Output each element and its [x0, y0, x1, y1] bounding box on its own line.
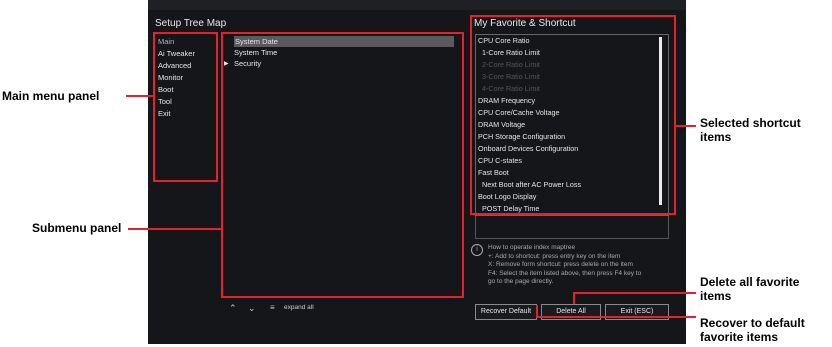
help-line: How to operate index maptree: [488, 244, 576, 251]
info-icon: i: [471, 244, 483, 256]
callout-line-main-menu: [126, 95, 154, 97]
callout-line-delete-all-vertical: [573, 292, 575, 304]
callout-submenu-panel: Submenu panel: [32, 221, 122, 235]
main-menu-highlight: [153, 32, 218, 182]
submenu-highlight: [221, 32, 464, 298]
callout-selected-shortcut: Selected shortcut items: [700, 116, 801, 144]
callout-line-submenu: [128, 228, 222, 230]
favorites-highlight: [470, 15, 676, 215]
callout-line-delete-all: [573, 292, 696, 294]
help-line: go to the page directly.: [488, 278, 554, 285]
favorites-list-extension: [475, 216, 669, 239]
page-title: Setup Tree Map: [155, 18, 227, 29]
help-line: +: Add to shortcut: press entry key on t…: [488, 252, 621, 260]
callout-line-recover: [536, 316, 696, 318]
help-text: How to operate index maptree +: Add to s…: [488, 244, 678, 287]
callout-line-recover-vertical: [536, 305, 538, 318]
callout-recover: Recover to default favorite items: [700, 316, 805, 344]
submenu-toolbar: ⌃ ⌄ ≡ expand all: [224, 301, 464, 317]
callout-delete-all: Delete all favorite items: [700, 275, 800, 303]
callout-main-menu-panel: Main menu panel: [2, 89, 100, 103]
expand-down-icon[interactable]: ⌄: [248, 303, 256, 314]
collapse-up-icon[interactable]: ⌃: [229, 303, 237, 314]
expand-all-label[interactable]: expand all: [284, 304, 314, 311]
help-line: F4: Select the item listed above, then p…: [488, 269, 642, 277]
callout-line-shortcut: [676, 125, 696, 127]
recover-default-button[interactable]: Recover Default: [475, 304, 537, 320]
list-icon[interactable]: ≡: [270, 303, 275, 312]
help-line: X: Remove form shortcut: press delete on…: [488, 261, 633, 268]
